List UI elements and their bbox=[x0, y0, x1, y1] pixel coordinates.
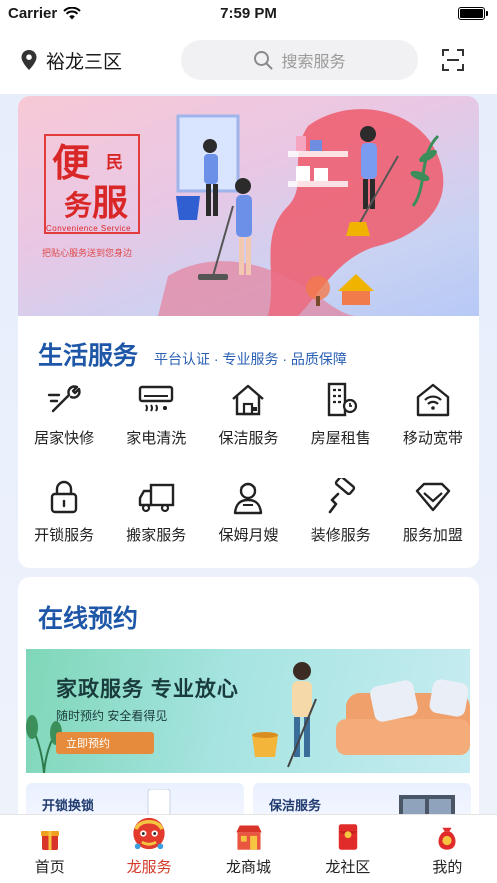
carrier-label: Carrier bbox=[8, 4, 58, 22]
service-label: 移动宽带 bbox=[402, 430, 463, 447]
service-cleaning[interactable]: 保洁服务 bbox=[202, 381, 294, 448]
service-franchise[interactable]: 服务加盟 bbox=[387, 478, 479, 545]
convenience-banner[interactable]: 便 民 务 服 Convenience Service 把贴心服务送到您身边 bbox=[18, 96, 479, 316]
tab-dragon-mall[interactable]: 龙商城 bbox=[199, 815, 298, 883]
bottom-tab-bar: 首页 龙服务 龙商城 龙社区 我的 bbox=[0, 814, 497, 883]
top-header: 裕龙三区 搜索服务 bbox=[0, 26, 497, 94]
banner-english: Convenience Service bbox=[46, 224, 132, 233]
tab-label: 龙商城 bbox=[226, 859, 272, 876]
location-pin-icon bbox=[21, 50, 37, 70]
door-icon bbox=[147, 789, 171, 814]
service-label: 房屋租售 bbox=[310, 430, 371, 447]
tab-label: 龙社区 bbox=[325, 859, 371, 876]
service-home-repair[interactable]: 居家快修 bbox=[18, 381, 110, 448]
dragon-icon bbox=[133, 817, 165, 850]
shop-icon bbox=[235, 825, 262, 850]
tab-home[interactable]: 首页 bbox=[0, 815, 99, 883]
book-now-button[interactable]: 立即预约 bbox=[56, 732, 154, 754]
booking-banner-subtitle: 随时预约 安全看得见 bbox=[56, 709, 168, 723]
cleaning-card-label: 保洁服务 bbox=[269, 798, 322, 813]
service-grid: 居家快修 家电清洗 保洁服务 房屋租售 移动宽带 开锁服务 搬家服务 保姆月嫂 … bbox=[18, 381, 479, 545]
home-gift-icon bbox=[40, 831, 59, 850]
online-booking-card: 在线预约 家政服务 专业放心 随时预约 安全看得见 立即预约 开锁换锁 保洁服务 bbox=[18, 577, 479, 814]
service-label: 保姆月嫂 bbox=[218, 527, 279, 544]
diamond-icon bbox=[415, 482, 451, 512]
tab-dragon-service[interactable]: 龙服务 bbox=[99, 815, 198, 883]
service-label: 居家快修 bbox=[34, 430, 95, 447]
tab-dragon-community[interactable]: 龙社区 bbox=[298, 815, 397, 883]
locksmith-card-label: 开锁换锁 bbox=[42, 798, 95, 813]
scan-icon[interactable] bbox=[441, 48, 465, 72]
search-placeholder: 搜索服务 bbox=[281, 54, 346, 71]
tab-label: 我的 bbox=[432, 859, 463, 876]
window-icon bbox=[399, 795, 455, 814]
money-bag-icon bbox=[438, 827, 456, 850]
status-bar: Carrier 7:59 PM bbox=[0, 0, 497, 26]
battery-icon bbox=[458, 6, 488, 20]
location-selector[interactable]: 裕龙三区 bbox=[20, 47, 180, 74]
service-label: 服务加盟 bbox=[402, 527, 463, 544]
wifi-home-icon bbox=[416, 383, 450, 417]
tab-label: 首页 bbox=[34, 859, 65, 876]
service-label: 家电清洗 bbox=[126, 430, 187, 447]
service-nanny[interactable]: 保姆月嫂 bbox=[202, 478, 294, 545]
search-icon bbox=[254, 51, 273, 70]
tab-profile[interactable]: 我的 bbox=[398, 815, 497, 883]
section-title: 生活服务 bbox=[38, 341, 139, 370]
service-label: 搬家服务 bbox=[126, 527, 187, 544]
air-conditioner-icon bbox=[139, 385, 174, 412]
location-label: 裕龙三区 bbox=[46, 51, 123, 73]
banner-slogan: 把贴心服务送到您身边 bbox=[42, 248, 133, 258]
service-renovation[interactable]: 装修服务 bbox=[295, 478, 387, 545]
banner-title-char-4: 服 bbox=[92, 182, 129, 224]
housekeeping-banner[interactable]: 家政服务 专业放心 随时预约 安全看得见 立即预约 bbox=[26, 649, 470, 773]
cleaning-card[interactable]: 保洁服务 bbox=[253, 783, 471, 814]
life-services-header: 生活服务 平台认证 · 专业服务 · 品质保障 bbox=[38, 336, 347, 372]
banner-title-char-2: 民 bbox=[106, 153, 123, 172]
booking-title: 在线预约 bbox=[38, 604, 139, 633]
main-content[interactable]: 便 民 务 服 Convenience Service 把贴心服务送到您身边 生… bbox=[0, 94, 497, 814]
service-label: 保洁服务 bbox=[218, 430, 279, 447]
banner-title-char-1: 便 bbox=[52, 140, 91, 185]
locksmith-card[interactable]: 开锁换锁 bbox=[26, 783, 244, 814]
lock-icon bbox=[50, 480, 78, 514]
banner-title-char-3: 务 bbox=[64, 189, 93, 222]
tab-label: 龙服务 bbox=[126, 859, 172, 876]
paint-roller-icon bbox=[328, 478, 355, 514]
service-housing-rental[interactable]: 房屋租售 bbox=[295, 381, 387, 448]
section-subtitle: 平台认证 · 专业服务 · 品质保障 bbox=[154, 351, 347, 367]
life-services-card: 便 民 务 服 Convenience Service 把贴心服务送到您身边 生… bbox=[18, 96, 479, 568]
service-label: 装修服务 bbox=[310, 527, 371, 544]
building-key-icon bbox=[327, 382, 357, 417]
house-icon bbox=[232, 384, 265, 416]
search-bar[interactable]: 搜索服务 bbox=[181, 40, 418, 80]
service-appliance-cleaning[interactable]: 家电清洗 bbox=[110, 381, 202, 448]
truck-icon bbox=[139, 483, 175, 513]
booking-banner-title: 家政服务 专业放心 bbox=[56, 678, 239, 701]
tools-icon bbox=[47, 385, 81, 413]
nanny-icon bbox=[234, 482, 263, 515]
service-moving[interactable]: 搬家服务 bbox=[110, 478, 202, 545]
red-envelope-icon bbox=[338, 824, 358, 850]
wifi-icon bbox=[63, 6, 81, 19]
service-broadband[interactable]: 移动宽带 bbox=[387, 381, 479, 448]
service-label: 开锁服务 bbox=[34, 527, 95, 544]
service-locksmith[interactable]: 开锁服务 bbox=[18, 478, 110, 545]
